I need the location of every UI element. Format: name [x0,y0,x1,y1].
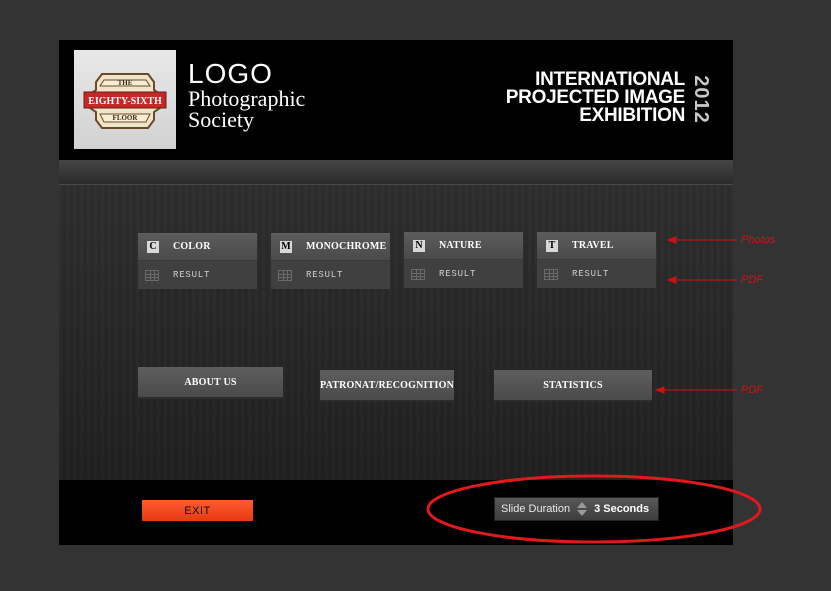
photos-arrowhead-icon [666,236,677,244]
slide-duration-highlight-ellipse [426,474,762,544]
pdf-statistics-annotation: PDF [741,384,763,396]
photos-annotation: Photos [741,234,776,246]
pdf-results-annotation: PDF [741,274,763,286]
pdf-results-arrowhead-icon [666,276,677,284]
pdf-statistics-arrowhead-icon [654,386,665,394]
annotation-overlay [426,236,762,544]
